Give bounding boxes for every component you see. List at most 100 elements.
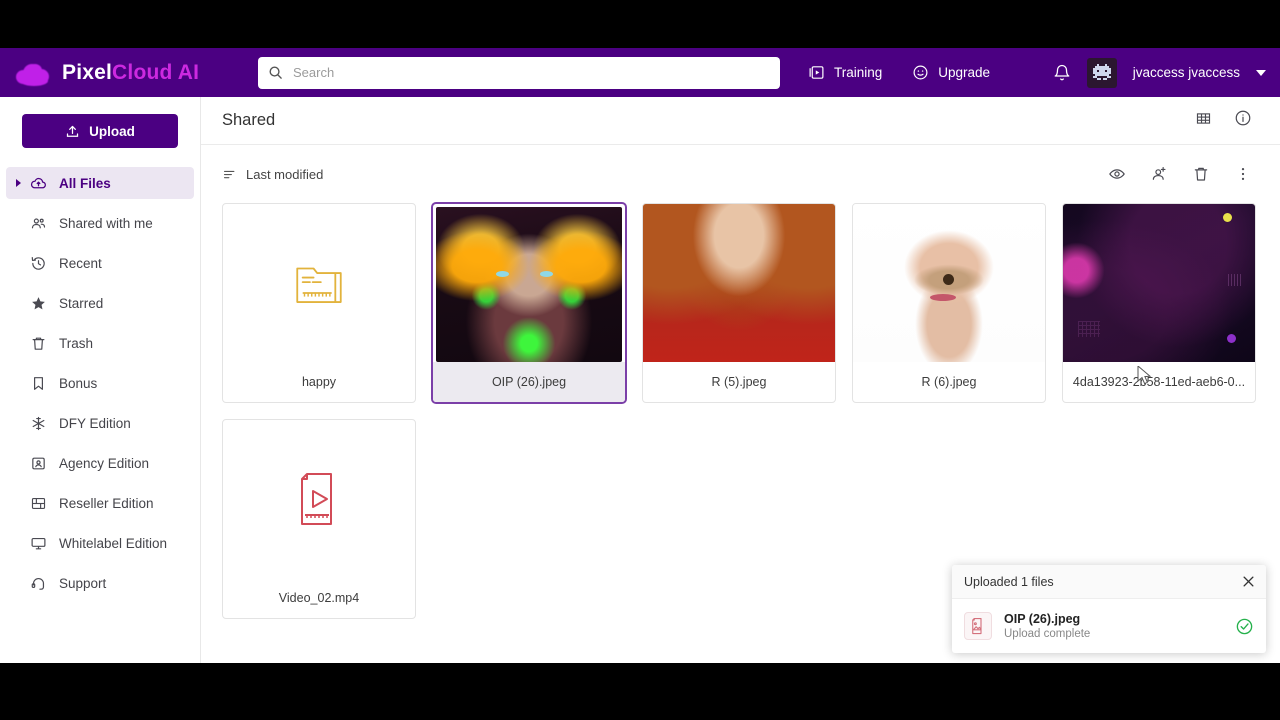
- file-card-image[interactable]: 4da13923-2b58-11ed-aeb6-0...: [1062, 203, 1256, 403]
- file-card-video[interactable]: Video_02.mp4: [222, 419, 416, 619]
- clock-rewind-icon: [30, 255, 47, 272]
- file-name: happy: [301, 375, 337, 389]
- main-content: Shared Last modified happy OIP (26).jpeg…: [201, 97, 1280, 663]
- file-name: R (6).jpeg: [921, 375, 977, 389]
- nav-upgrade-label: Upgrade: [938, 65, 991, 80]
- sidebar-item-label: Starred: [59, 295, 104, 311]
- sidebar-item-label: DFY Edition: [59, 415, 131, 431]
- file-thumbnail: [643, 204, 835, 362]
- file-name: Video_02.mp4: [278, 591, 360, 605]
- file-name: OIP (26).jpeg: [433, 362, 625, 402]
- file-card-image[interactable]: R (5).jpeg: [642, 203, 836, 403]
- sidebar-item-label: All Files: [59, 175, 111, 191]
- bookmark-icon: [30, 375, 47, 392]
- sidebar-item-recent[interactable]: Recent: [6, 247, 194, 279]
- file-card-image[interactable]: R (6).jpeg: [852, 203, 1046, 403]
- preview-eye-icon[interactable]: [1108, 165, 1126, 183]
- video-library-icon: [809, 66, 824, 79]
- asterisk-icon: [30, 415, 47, 432]
- sort-label: Last modified: [246, 166, 324, 182]
- sidebar-item-label: Agency Edition: [59, 455, 150, 471]
- info-icon[interactable]: [1234, 109, 1252, 132]
- sidebar-item-reseller-edition[interactable]: Reseller Edition: [6, 487, 194, 519]
- avatar[interactable]: [1086, 57, 1117, 88]
- top-bar: PixelCloud AI Training Upgrade: [0, 48, 1280, 97]
- add-person-icon[interactable]: [1150, 165, 1168, 183]
- nav-training-label: Training: [834, 65, 883, 80]
- sort-control[interactable]: Last modified: [222, 167, 323, 182]
- sidebar-item-starred[interactable]: Starred: [6, 287, 194, 319]
- page-title: Shared: [222, 111, 276, 129]
- sidebar-item-label: Trash: [59, 335, 94, 351]
- search-bar[interactable]: [258, 56, 780, 89]
- triangle-right-icon: [16, 179, 21, 187]
- app-logo[interactable]: PixelCloud AI: [14, 60, 228, 86]
- sidebar-item-label: Whitelabel Edition: [59, 535, 168, 551]
- notifications-button[interactable]: [1053, 64, 1071, 82]
- file-thumbnail: [436, 207, 622, 362]
- sidebar-item-bonus[interactable]: Bonus: [6, 367, 194, 399]
- sidebar-item-trash[interactable]: Trash: [6, 327, 194, 359]
- logo-text: PixelCloud AI: [62, 61, 199, 85]
- file-name: R (5).jpeg: [711, 375, 767, 389]
- close-icon[interactable]: [1241, 574, 1256, 589]
- space-invader-avatar-icon: [1092, 63, 1111, 80]
- nav-training[interactable]: Training: [808, 64, 882, 81]
- search-input[interactable]: [293, 56, 770, 89]
- layout-grid-icon: [30, 495, 47, 512]
- sidebar-item-all-files[interactable]: All Files: [6, 167, 194, 199]
- username-label: jvaccess jvaccess: [1132, 65, 1240, 80]
- file-card-image-selected[interactable]: OIP (26).jpeg: [432, 203, 626, 403]
- contact-card-icon: [30, 455, 47, 472]
- sidebar-item-dfy-edition[interactable]: DFY Edition: [6, 407, 194, 439]
- search-icon: [269, 66, 282, 79]
- bell-icon: [1054, 64, 1070, 80]
- video-file-icon: [301, 473, 332, 525]
- file-thumbnail: [1063, 204, 1255, 362]
- star-icon: [30, 295, 47, 312]
- main-header-icons: [1195, 109, 1252, 132]
- more-vertical-icon[interactable]: [1234, 165, 1252, 183]
- upload-status: Upload complete: [1004, 628, 1091, 640]
- file-actions: [1108, 165, 1252, 183]
- sidebar-item-label: Support: [59, 575, 107, 591]
- grid-view-icon[interactable]: [1195, 110, 1212, 132]
- sidebar-item-whitelabel-edition[interactable]: Whitelabel Edition: [6, 527, 194, 559]
- main-header: Shared: [201, 97, 1280, 145]
- sidebar-item-shared-with-me[interactable]: Shared with me: [6, 207, 194, 239]
- file-grid: happy OIP (26).jpeg R (5).jpeg R (6).jpe…: [201, 203, 1280, 619]
- upload-button-label: Upload: [89, 123, 135, 139]
- file-card-folder[interactable]: happy: [222, 203, 416, 403]
- sidebar-item-label: Reseller Edition: [59, 495, 154, 511]
- file-thumbnail: [853, 204, 1045, 362]
- upload-toast-title: Uploaded 1 files: [964, 574, 1054, 589]
- file-thumbnail: [223, 420, 415, 578]
- logo-text-accent: Cloud AI: [112, 60, 200, 84]
- check-circle-icon: [1235, 617, 1254, 636]
- upload-toast-header: Uploaded 1 files: [952, 565, 1266, 599]
- folder-icon: [296, 267, 342, 303]
- people-icon: [30, 215, 47, 232]
- image-file-icon: [964, 612, 992, 640]
- file-name: 4da13923-2b58-11ed-aeb6-0...: [1072, 375, 1246, 389]
- sidebar: Upload All Files Shared with me Recent S…: [0, 97, 201, 663]
- delete-trash-icon[interactable]: [1192, 165, 1210, 183]
- upload-toast: Uploaded 1 files OIP (26).jpeg Upload co…: [952, 565, 1266, 653]
- nav-upgrade[interactable]: Upgrade: [912, 64, 990, 81]
- top-navigation: Training Upgrade: [808, 64, 990, 81]
- sidebar-item-label: Recent: [59, 255, 102, 271]
- top-bar-right: jvaccess jvaccess: [1053, 57, 1266, 88]
- upload-toast-texts: OIP (26).jpeg Upload complete: [1004, 612, 1090, 640]
- sidebar-item-agency-edition[interactable]: Agency Edition: [6, 447, 194, 479]
- logo-text-primary: Pixel: [62, 60, 113, 84]
- app-window: PixelCloud AI Training Upgrade: [0, 48, 1280, 663]
- upload-file-name: OIP (26).jpeg: [1004, 612, 1081, 626]
- sidebar-item-support[interactable]: Support: [6, 567, 194, 599]
- trash-icon: [30, 335, 47, 352]
- monitor-icon: [30, 535, 47, 552]
- upgrade-circle-icon: [913, 65, 928, 80]
- chevron-down-icon[interactable]: [1256, 69, 1266, 76]
- pixel-cloud-logo-icon: [14, 60, 54, 86]
- upload-button[interactable]: Upload: [22, 114, 178, 148]
- file-toolbar: Last modified: [201, 145, 1280, 203]
